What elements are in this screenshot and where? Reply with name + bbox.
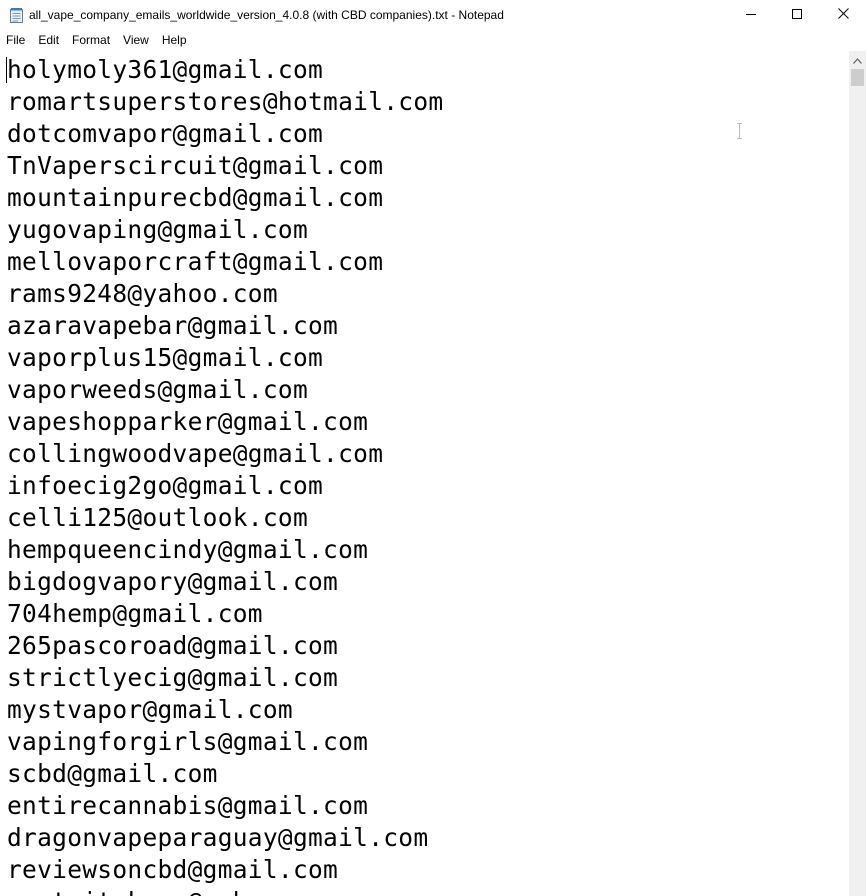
text-line[interactable]: mellovaporcraft@gmail.com [7, 246, 443, 278]
text-line[interactable]: scbd@gmail.com [7, 758, 443, 790]
text-line[interactable]: strictlyecig@gmail.com [7, 662, 443, 694]
close-button[interactable] [820, 0, 866, 30]
text-line[interactable]: yugovaping@gmail.com [7, 214, 443, 246]
scroll-up-button[interactable] [849, 51, 866, 68]
minimize-icon [746, 6, 756, 24]
text-line[interactable]: collingwoodvape@gmail.com [7, 438, 443, 470]
title-bar[interactable]: all_vape_company_emails_worldwide_versio… [0, 0, 866, 30]
text-line[interactable]: hempqueencindy@gmail.com [7, 534, 443, 566]
text-line[interactable]: 265pascoroad@gmail.com [7, 630, 443, 662]
text-line[interactable]: 704hemp@gmail.com [7, 598, 443, 630]
text-line[interactable]: vaporweeds@gmail.com [7, 374, 443, 406]
text-line[interactable]: paptaitykays@yahoo.com [7, 886, 443, 896]
text-line[interactable]: infoecig2go@gmail.com [7, 470, 443, 502]
text-line[interactable]: bigdogvapory@gmail.com [7, 566, 443, 598]
text-editor[interactable]: holymoly361@gmail.com romartsuperstores@… [0, 51, 849, 896]
menu-help[interactable]: Help [156, 31, 194, 50]
menu-bar: File Edit Format View Help [0, 31, 866, 50]
text-line[interactable]: reviewsoncbd@gmail.com [7, 854, 443, 886]
text-line[interactable]: celli125@outlook.com [7, 502, 443, 534]
menu-file[interactable]: File [0, 31, 32, 50]
maximize-icon [792, 6, 802, 24]
menu-edit[interactable]: Edit [32, 31, 66, 50]
text-line[interactable]: dotcomvapor@gmail.com [7, 118, 443, 150]
menu-view[interactable]: View [117, 31, 156, 50]
close-icon [837, 6, 849, 24]
menu-format[interactable]: Format [66, 31, 117, 50]
text-line[interactable]: rams9248@yahoo.com [7, 278, 443, 310]
text-line[interactable]: mountainpurecbd@gmail.com [7, 182, 443, 214]
text-line[interactable]: vapingforgirls@gmail.com [7, 726, 443, 758]
scrollbar-thumb[interactable] [851, 69, 864, 86]
text-line[interactable]: azaravapebar@gmail.com [7, 310, 443, 342]
text-line[interactable]: vapeshopparker@gmail.com [7, 406, 443, 438]
text-lines: holymoly361@gmail.com romartsuperstores@… [7, 54, 443, 896]
chevron-up-icon [853, 51, 862, 69]
text-line[interactable]: entirecannabis@gmail.com [7, 790, 443, 822]
notepad-icon[interactable] [10, 8, 23, 23]
vertical-scrollbar[interactable] [849, 51, 866, 896]
text-line[interactable]: vaporplus15@gmail.com [7, 342, 443, 374]
text-line[interactable]: romartsuperstores@hotmail.com [7, 86, 443, 118]
maximize-button[interactable] [774, 0, 820, 30]
notepad-window: all_vape_company_emails_worldwide_versio… [0, 0, 866, 896]
minimize-button[interactable] [728, 0, 774, 30]
text-line[interactable]: TnVaperscircuit@gmail.com [7, 150, 443, 182]
text-line[interactable]: dragonvapeparaguay@gmail.com [7, 822, 443, 854]
text-cursor-icon [736, 123, 743, 139]
text-line[interactable]: holymoly361@gmail.com [7, 54, 443, 86]
text-line[interactable]: mystvapor@gmail.com [7, 694, 443, 726]
window-title: all_vape_company_emails_worldwide_versio… [29, 8, 504, 22]
